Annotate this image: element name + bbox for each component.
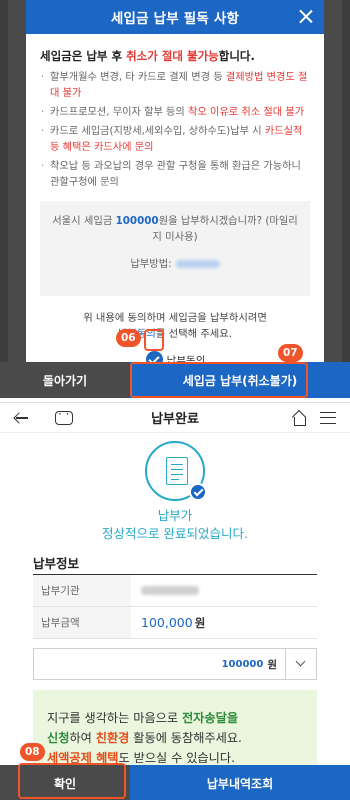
payment-notice-screen: 세입금 납부 필독 사항 세입금은 납부 후 취소가 절대 불가능합니다. 할부… <box>0 0 350 398</box>
confirm-suffix: 원을 납부하시겠습니까? (마일리지 미사용) <box>152 215 298 243</box>
back-button[interactable]: 돌아가기 <box>0 362 130 398</box>
notice-item: 착오납 등 과오납의 경우 관할 구청을 통해 환급은 가능하니 관할구청에 문… <box>40 159 312 191</box>
payment-info-title: 납부정보 <box>33 556 80 571</box>
payment-confirm-box: 서울시 세입금 100000원을 납부하시겠습니까? (마일리지 미사용) 납부… <box>40 201 310 296</box>
highlight-pay-button <box>130 362 308 398</box>
highlight-checkbox <box>144 329 164 351</box>
payment-history-button[interactable]: 납부내역조회 <box>130 765 350 800</box>
highlight-confirm-button <box>18 763 126 799</box>
notice-text: 카드프로모션, 무이자 할부 등의 <box>50 107 189 118</box>
payment-method-row: 납부방법: <box>48 255 302 270</box>
eco-text: 지구를 생각하는 마음으로 <box>47 711 182 725</box>
step-badge-08: 08 <box>20 743 45 761</box>
agree-line-2-suffix: 를 선택해 주세요. <box>155 328 233 340</box>
completion-message: 납부가 정상적으로 완료되었습니다. <box>0 507 350 543</box>
check-badge-icon <box>189 483 207 501</box>
agree-line-1: 위 내용에 동의하며 세입금을 납부하시려면 <box>83 312 267 324</box>
amount-select-unit: 원 <box>267 658 277 671</box>
lead-suffix: 합니다. <box>218 49 255 63</box>
close-icon[interactable] <box>298 8 314 24</box>
eco-text: 도 받으실 수 있습니다. <box>118 751 235 765</box>
eco-highlight: 전자송달을 <box>181 711 239 725</box>
notice-text: 착오납 등 과오납의 경우 관할 구청을 통해 환급은 가능하니 관할구청에 문… <box>50 161 301 188</box>
notice-text: 카드로 세입금(지방세,세외수입, 상하수도)납부 시 <box>50 126 265 137</box>
notice-body: 세입금은 납부 후 취소가 절대 불가능합니다. 할부개월수 변경, 타 카드로… <box>26 34 324 191</box>
confirm-amount: 100000 <box>115 215 159 227</box>
payment-info-table: 납부기관 납부금액 100,000 원 <box>33 574 317 639</box>
modal-header: 세입금 납부 필독 사항 <box>26 0 324 34</box>
eco-highlight-orange: 친환경 <box>95 731 130 745</box>
notice-item: 카드로 세입금(지방세,세외수입, 상하수도)납부 시 카드실적 등 혜택은 카… <box>40 124 312 156</box>
home-icon[interactable] <box>292 411 306 426</box>
notice-item: 카드프로모션, 무이자 할부 등의 착오 이유로 취소 절대 불가 <box>40 105 312 121</box>
menu-icon[interactable] <box>320 412 336 424</box>
screen-frame-left <box>0 0 8 398</box>
modal-title: 세입금 납부 필독 사항 <box>110 11 240 27</box>
lead-prefix: 세입금은 납부 후 <box>40 49 127 63</box>
row-value <box>131 575 317 606</box>
eco-highlight: 신청 <box>47 731 70 745</box>
notice-modal: 세입금 납부 필독 사항 세입금은 납부 후 취소가 절대 불가능합니다. 할부… <box>26 0 324 368</box>
chatbot-icon[interactable] <box>55 407 73 425</box>
paid-amount-unit: 원 <box>194 615 206 630</box>
top-nav: 납부완료 <box>0 403 350 433</box>
row-key: 납부금액 <box>33 607 131 638</box>
agree-line-2: 납부동의를 선택해 주세요. <box>26 326 324 342</box>
notice-text: 할부개월수 변경, 타 카드로 결제 변경 등 <box>50 72 226 83</box>
notice-list: 할부개월수 변경, 타 카드로 결제 변경 등 결제방법 변경도 절대 불가 카… <box>40 70 312 191</box>
eco-line-2: 신청하여 친환경 활동에 동참해주세요. <box>47 728 307 748</box>
payment-complete-screen: 납부완료 납부가 정상적으로 완료되었습니다. 납부정보 납부기관 납부금액 1… <box>0 402 350 800</box>
lead-warning: 취소가 절대 불가능 <box>126 49 219 63</box>
notice-lead: 세입금은 납부 후 취소가 절대 불가능합니다. <box>40 48 312 64</box>
agree-instruction: 위 내용에 동의하며 세입금을 납부하시려면 납부동의를 선택해 주세요. <box>26 310 324 342</box>
payment-method-label: 납부방법: <box>130 258 172 270</box>
completion-line-1: 납부가 <box>157 508 193 523</box>
confirm-prefix: 서울시 세입금 <box>52 215 116 227</box>
receipt-icon <box>166 457 188 485</box>
amount-select[interactable]: 100000 원 <box>33 648 317 680</box>
eco-text: 하여 <box>69 731 96 745</box>
chevron-down-icon[interactable] <box>286 648 316 680</box>
table-row: 납부금액 100,000 원 <box>33 607 317 639</box>
receipt-done-icon <box>145 441 207 501</box>
payee-org-redacted <box>141 586 199 595</box>
amount-select-value: 100000 <box>221 658 264 670</box>
table-row: 납부기관 <box>33 575 317 607</box>
back-arrow-icon[interactable] <box>14 412 28 424</box>
step-badge-07: 07 <box>278 344 303 362</box>
paid-amount: 100,000 <box>141 615 193 630</box>
screen-frame-right <box>342 0 350 398</box>
eco-line-1: 지구를 생각하는 마음으로 전자송달을 <box>47 708 307 728</box>
eco-text: 활동에 동참해주세요. <box>129 731 242 745</box>
completion-line-2: 정상적으로 완료되었습니다. <box>102 526 248 541</box>
notice-warning: 착오 이유로 취소 절대 불가 <box>188 107 305 118</box>
e-delivery-banner[interactable]: 지구를 생각하는 마음으로 전자송달을 신청하여 친환경 활동에 동참해주세요.… <box>33 690 317 768</box>
row-value: 100,000 원 <box>131 607 317 638</box>
confirm-question: 서울시 세입금 100000원을 납부하시겠습니까? (마일리지 미사용) <box>48 213 302 245</box>
row-key: 납부기관 <box>33 575 131 606</box>
step-badge-06: 06 <box>116 329 141 347</box>
notice-item: 할부개월수 변경, 타 카드로 결제 변경 등 결제방법 변경도 절대 불가 <box>40 70 312 102</box>
payment-method-value-redacted <box>175 260 220 268</box>
